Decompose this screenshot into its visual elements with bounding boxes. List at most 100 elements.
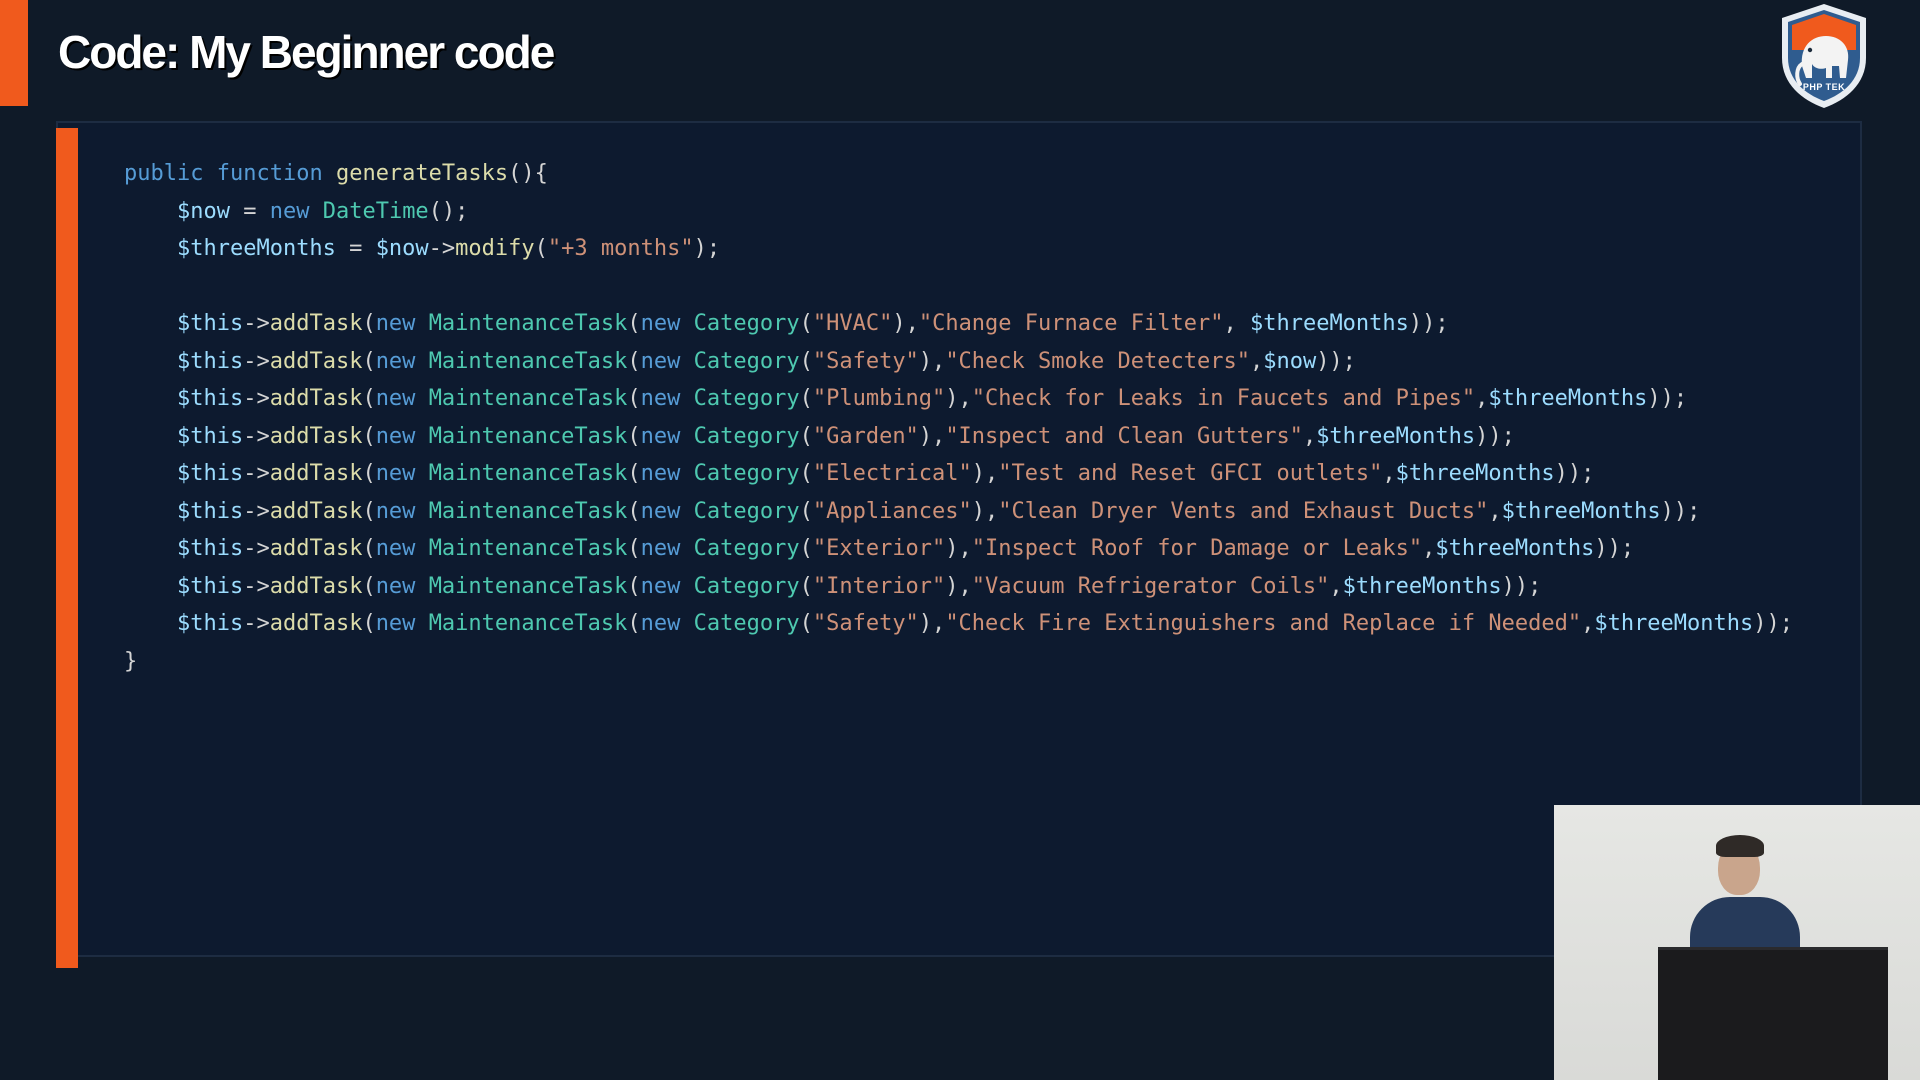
code-line: $this->addTask(new MaintenanceTask(new C… <box>124 530 1793 568</box>
code-token: ( <box>627 461 641 486</box>
code-token: , <box>1475 386 1489 411</box>
code-token: public <box>124 161 204 186</box>
code-token: addTask <box>269 498 363 524</box>
code-token: $this <box>176 461 244 486</box>
code-token: , <box>1302 423 1317 449</box>
code-token: (); <box>428 198 469 224</box>
code-token: = <box>229 198 270 224</box>
code-token: -> <box>243 536 270 561</box>
speaker-webcam <box>1554 805 1920 1080</box>
code-token: = <box>335 236 376 261</box>
code-token: $this <box>176 348 244 374</box>
code-token: ), <box>971 498 999 524</box>
elephant-shield-icon <box>1782 4 1866 108</box>
code-token: -> <box>243 573 270 599</box>
code-token: MaintenanceTask <box>428 573 628 599</box>
code-token: MaintenanceTask <box>428 311 628 336</box>
code-token: ( <box>627 573 641 599</box>
code-token: , <box>1249 348 1264 374</box>
code-line: $this->addTask(new MaintenanceTask(new C… <box>124 568 1793 606</box>
code-token: -> <box>243 423 270 449</box>
code-token: , <box>1382 461 1396 486</box>
code-token: ( <box>627 423 641 449</box>
code-token: "HVAC" <box>812 311 893 336</box>
code-token: addTask <box>269 423 363 449</box>
code-token: $now <box>176 198 230 224</box>
code-token: , <box>1422 536 1436 561</box>
code-token: ( <box>362 423 376 449</box>
code-token: ( <box>799 573 813 599</box>
code-token: ( <box>534 236 548 261</box>
code-token: "Inspect and Clean Gutters" <box>945 423 1303 449</box>
code-token: )); <box>1501 573 1542 599</box>
code-token: ( <box>362 536 376 561</box>
code-token: $this <box>176 536 244 561</box>
code-token: MaintenanceTask <box>428 498 628 524</box>
code-token: ( <box>799 498 813 524</box>
code-token: , <box>1329 573 1343 599</box>
code-token: -> <box>243 498 270 524</box>
code-token: ( <box>799 386 813 411</box>
code-token: new <box>269 198 310 224</box>
code-token: Category <box>693 536 800 561</box>
code-token: addTask <box>269 536 363 561</box>
code-token: MaintenanceTask <box>428 348 628 374</box>
code-token: $threeMonths <box>1594 611 1754 636</box>
code-token: $threeMonths <box>1249 311 1409 336</box>
code-token: ), <box>918 611 946 636</box>
code-token: Category <box>693 611 800 636</box>
podium <box>1658 947 1888 1080</box>
code-token: ( <box>627 611 641 636</box>
code-token: , <box>1488 498 1502 524</box>
code-token: new <box>375 573 416 599</box>
code-token: ( <box>799 611 813 636</box>
logo-label: PHP TEK <box>1802 82 1846 92</box>
code-token: Category <box>693 348 800 374</box>
code-token: modify <box>455 236 535 261</box>
speaker-hair <box>1716 835 1764 857</box>
code-token: ( <box>362 311 376 336</box>
code-token: new <box>640 611 681 636</box>
code-token: addTask <box>269 461 363 486</box>
code-token: "Electrical" <box>812 461 972 486</box>
code-token: , <box>1223 311 1250 336</box>
code-token: ( <box>799 461 813 486</box>
code-line: $this->addTask(new MaintenanceTask(new C… <box>124 455 1793 493</box>
code-token: Category <box>693 311 800 336</box>
code-token: $now <box>375 236 429 261</box>
code-token: new <box>640 536 681 561</box>
title-accent-bar <box>0 0 28 106</box>
slide: Code: My Beginner code PHP TEK public fu… <box>0 0 1920 1080</box>
code-token: $this <box>176 423 244 449</box>
code-token: "Change Furnace Filter" <box>918 311 1224 336</box>
code-token: "Clean Dryer Vents and Exhaust Ducts" <box>998 498 1489 524</box>
slide-title: Code: My Beginner code <box>58 26 555 78</box>
code-token: generateTasks <box>335 161 509 186</box>
code-token: -> <box>428 236 456 261</box>
code-token: "Exterior" <box>812 536 946 561</box>
code-token: new <box>375 386 416 411</box>
code-token: new <box>375 536 416 561</box>
code-token: $threeMonths <box>176 236 336 261</box>
code-token: "Plumbing" <box>812 386 946 411</box>
code-line: $this->addTask(new MaintenanceTask(new C… <box>124 343 1793 381</box>
code-token: MaintenanceTask <box>428 461 628 486</box>
code-token: MaintenanceTask <box>428 536 628 561</box>
code-token: $this <box>176 386 244 411</box>
code-token: ), <box>945 386 972 411</box>
